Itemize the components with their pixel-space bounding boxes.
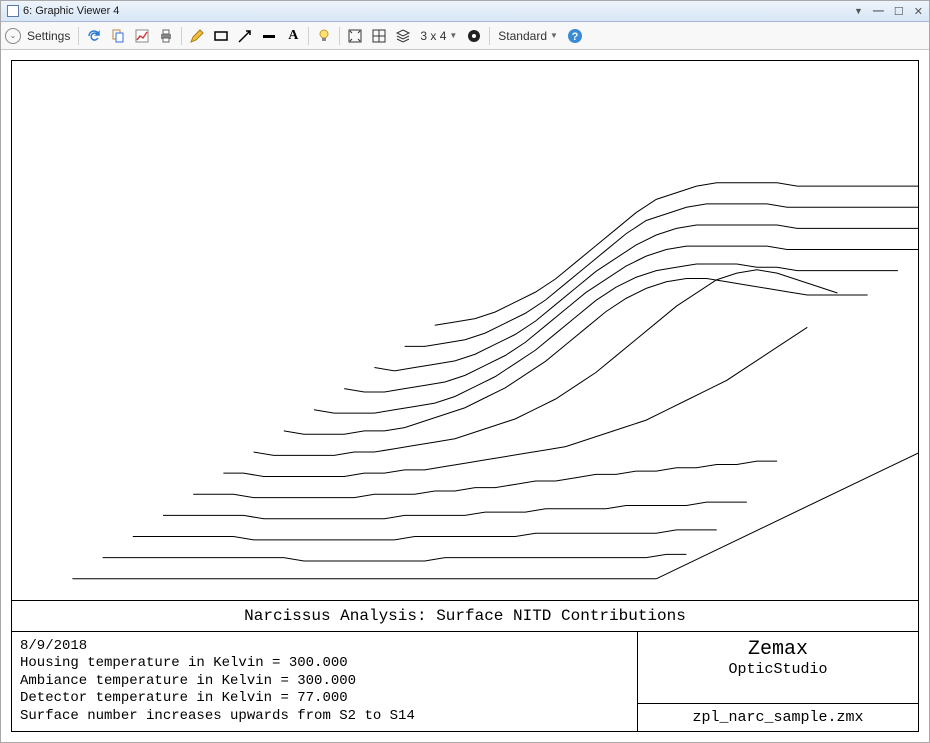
app-window: 6: Graphic Viewer 4 ▼ — ☐ ✕ ⌄ Settings A… [0,0,930,743]
svg-text:?: ? [572,31,579,43]
style-dropdown[interactable]: Standard▼ [494,29,562,43]
copy-icon[interactable] [107,25,129,47]
minimize-button[interactable]: — [873,5,884,17]
titlebar: 6: Graphic Viewer 4 ▼ — ☐ ✕ [1,1,929,22]
sep [181,27,182,45]
target-icon[interactable] [463,25,485,47]
window-icon [7,5,19,17]
layers-icon[interactable] [392,25,414,47]
fit-window-icon[interactable] [344,25,366,47]
expand-options-icon[interactable]: ⌄ [5,28,21,44]
chart-icon[interactable] [131,25,153,47]
close-button[interactable]: ✕ [914,5,923,18]
plot-info-text: 8/9/2018 Housing temperature in Kelvin =… [12,632,637,732]
line-weight-icon[interactable] [258,25,280,47]
text-icon[interactable]: A [282,25,304,47]
maximize-button[interactable]: ☐ [894,5,904,18]
plot-brand-box: Zemax OpticStudio zpl_narc_sample.zmx [637,632,918,732]
print-icon[interactable] [155,25,177,47]
arrow-icon[interactable] [234,25,256,47]
settings-button[interactable]: Settings [23,29,74,43]
plot-graphic [12,61,918,600]
refresh-icon[interactable] [83,25,105,47]
brand-product: OpticStudio [638,661,918,678]
plot-frame: Narcissus Analysis: Surface NITD Contrib… [11,60,919,732]
dropdown-button[interactable]: ▼ [854,6,863,16]
window-title-text: 6: Graphic Viewer 4 [23,5,119,17]
canvas-area[interactable]: Narcissus Analysis: Surface NITD Contrib… [1,50,929,742]
sep [78,27,79,45]
rectangle-icon[interactable] [210,25,232,47]
sep [489,27,490,45]
brand-name: Zemax [638,638,918,661]
plot-caption-block: Narcissus Analysis: Surface NITD Contrib… [12,600,918,732]
isometric-plot [12,61,918,600]
lightbulb-icon[interactable] [313,25,335,47]
grid-icon[interactable] [368,25,390,47]
grid-size-dropdown[interactable]: 3 x 4▼ [416,29,461,43]
toolbar: ⌄ Settings A 3 x 4▼ Standard▼ ? [1,22,929,50]
window-title: 6: Graphic Viewer 4 [7,5,119,17]
brand: Zemax OpticStudio [638,632,918,704]
pencil-icon[interactable] [186,25,208,47]
plot-info-row: 8/9/2018 Housing temperature in Kelvin =… [12,632,918,732]
sep [308,27,309,45]
file-name: zpl_narc_sample.zmx [638,703,918,731]
sep [339,27,340,45]
plot-title: Narcissus Analysis: Surface NITD Contrib… [12,601,918,632]
window-controls: ▼ — ☐ ✕ [854,5,923,18]
help-icon[interactable]: ? [564,25,586,47]
